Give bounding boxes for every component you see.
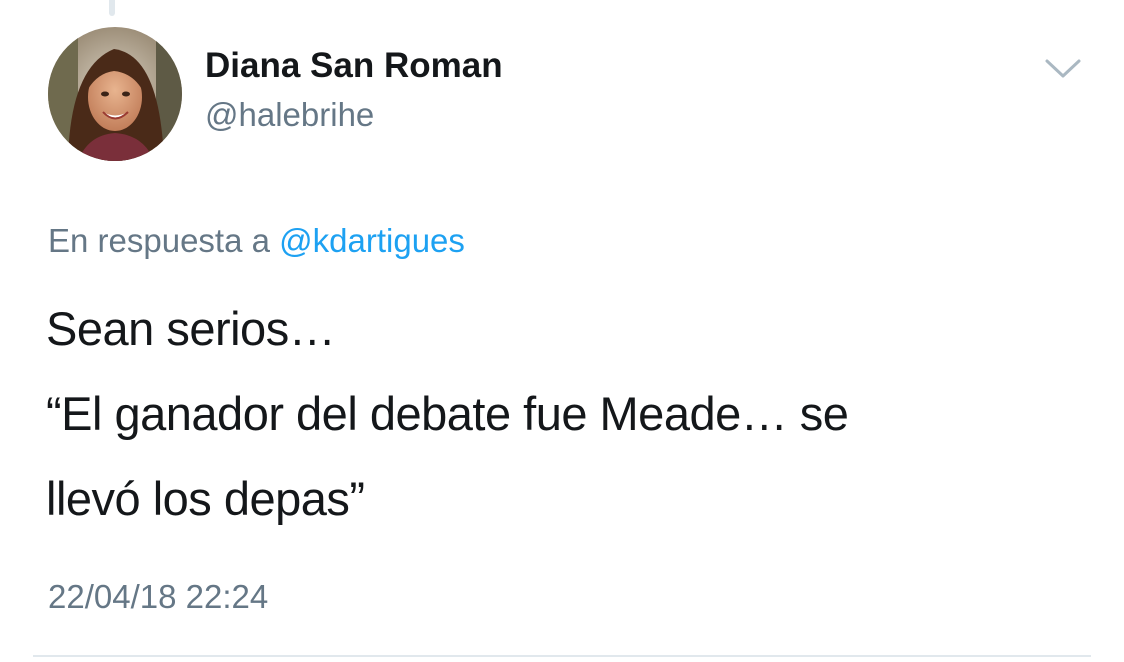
author-handle[interactable]: @halebrihe bbox=[205, 96, 374, 134]
reply-context: En respuesta a @kdartigues bbox=[48, 222, 465, 260]
reply-mention-link[interactable]: @kdartigues bbox=[279, 222, 465, 259]
avatar-photo bbox=[48, 27, 182, 161]
avatar[interactable] bbox=[48, 27, 182, 161]
chevron-down-icon[interactable] bbox=[1044, 56, 1082, 82]
tweet-text-line: llevó los depas” bbox=[46, 472, 365, 525]
tweet-text-line: “El ganador del debate fue Meade… se bbox=[46, 387, 849, 440]
tweet-text: Sean serios… “El ganador del debate fue … bbox=[46, 286, 1046, 541]
divider bbox=[33, 655, 1091, 657]
thread-connector bbox=[109, 0, 115, 16]
tweet-text-line: Sean serios… bbox=[46, 302, 336, 355]
reply-prefix: En respuesta a bbox=[48, 222, 280, 259]
tweet-timestamp[interactable]: 22/04/18 22:24 bbox=[48, 578, 268, 616]
author-display-name[interactable]: Diana San Roman bbox=[205, 46, 503, 86]
